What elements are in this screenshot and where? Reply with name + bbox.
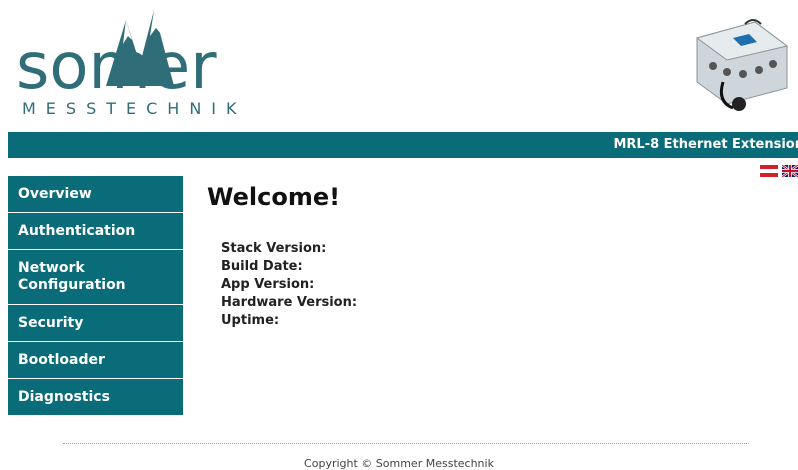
- nav-item-label-line1: Network: [18, 260, 85, 276]
- sidebar-nav: Overview Authentication Network Configur…: [8, 176, 183, 416]
- build-date-label: Build Date:: [221, 259, 303, 274]
- logo-subtitle: MESSTECHNIK: [22, 99, 247, 118]
- system-info-list: Stack Version: Build Date: App Version: …: [221, 240, 357, 330]
- nav-item-security[interactable]: Security: [8, 305, 183, 342]
- nav-item-diagnostics[interactable]: Diagnostics: [8, 379, 183, 416]
- language-switcher: [760, 165, 798, 177]
- nav-item-authentication[interactable]: Authentication: [8, 213, 183, 250]
- footer-divider: [63, 443, 749, 444]
- app-version-label: App Version:: [221, 277, 315, 292]
- uptime-label: Uptime:: [221, 313, 280, 328]
- device-photo-icon: [683, 16, 793, 114]
- nav-item-label: Security: [18, 315, 84, 331]
- product-title: MRL-8 Ethernet Extension: [613, 137, 798, 152]
- stack-version-label: Stack Version:: [221, 241, 327, 256]
- nav-item-label: Overview: [18, 186, 92, 202]
- nav-item-label: Diagnostics: [18, 389, 110, 405]
- page-title: Welcome!: [207, 183, 341, 211]
- sommer-logo: somer MESSTECHNIK: [14, 6, 264, 121]
- nav-item-overview[interactable]: Overview: [8, 176, 183, 213]
- uk-flag-icon[interactable]: [782, 165, 798, 177]
- nav-item-bootloader[interactable]: Bootloader: [8, 342, 183, 379]
- austria-flag-icon[interactable]: [760, 165, 778, 177]
- hardware-version-label: Hardware Version:: [221, 295, 358, 310]
- nav-item-label-line2: Configuration: [18, 277, 126, 293]
- nav-item-label: Bootloader: [18, 352, 105, 368]
- header-banner: MRL-8 Ethernet Extension: [8, 132, 798, 158]
- copyright-text: Copyright © Sommer Messtechnik: [304, 457, 494, 470]
- nav-item-network-configuration[interactable]: Network Configuration: [8, 250, 183, 305]
- nav-item-label: Authentication: [18, 223, 136, 239]
